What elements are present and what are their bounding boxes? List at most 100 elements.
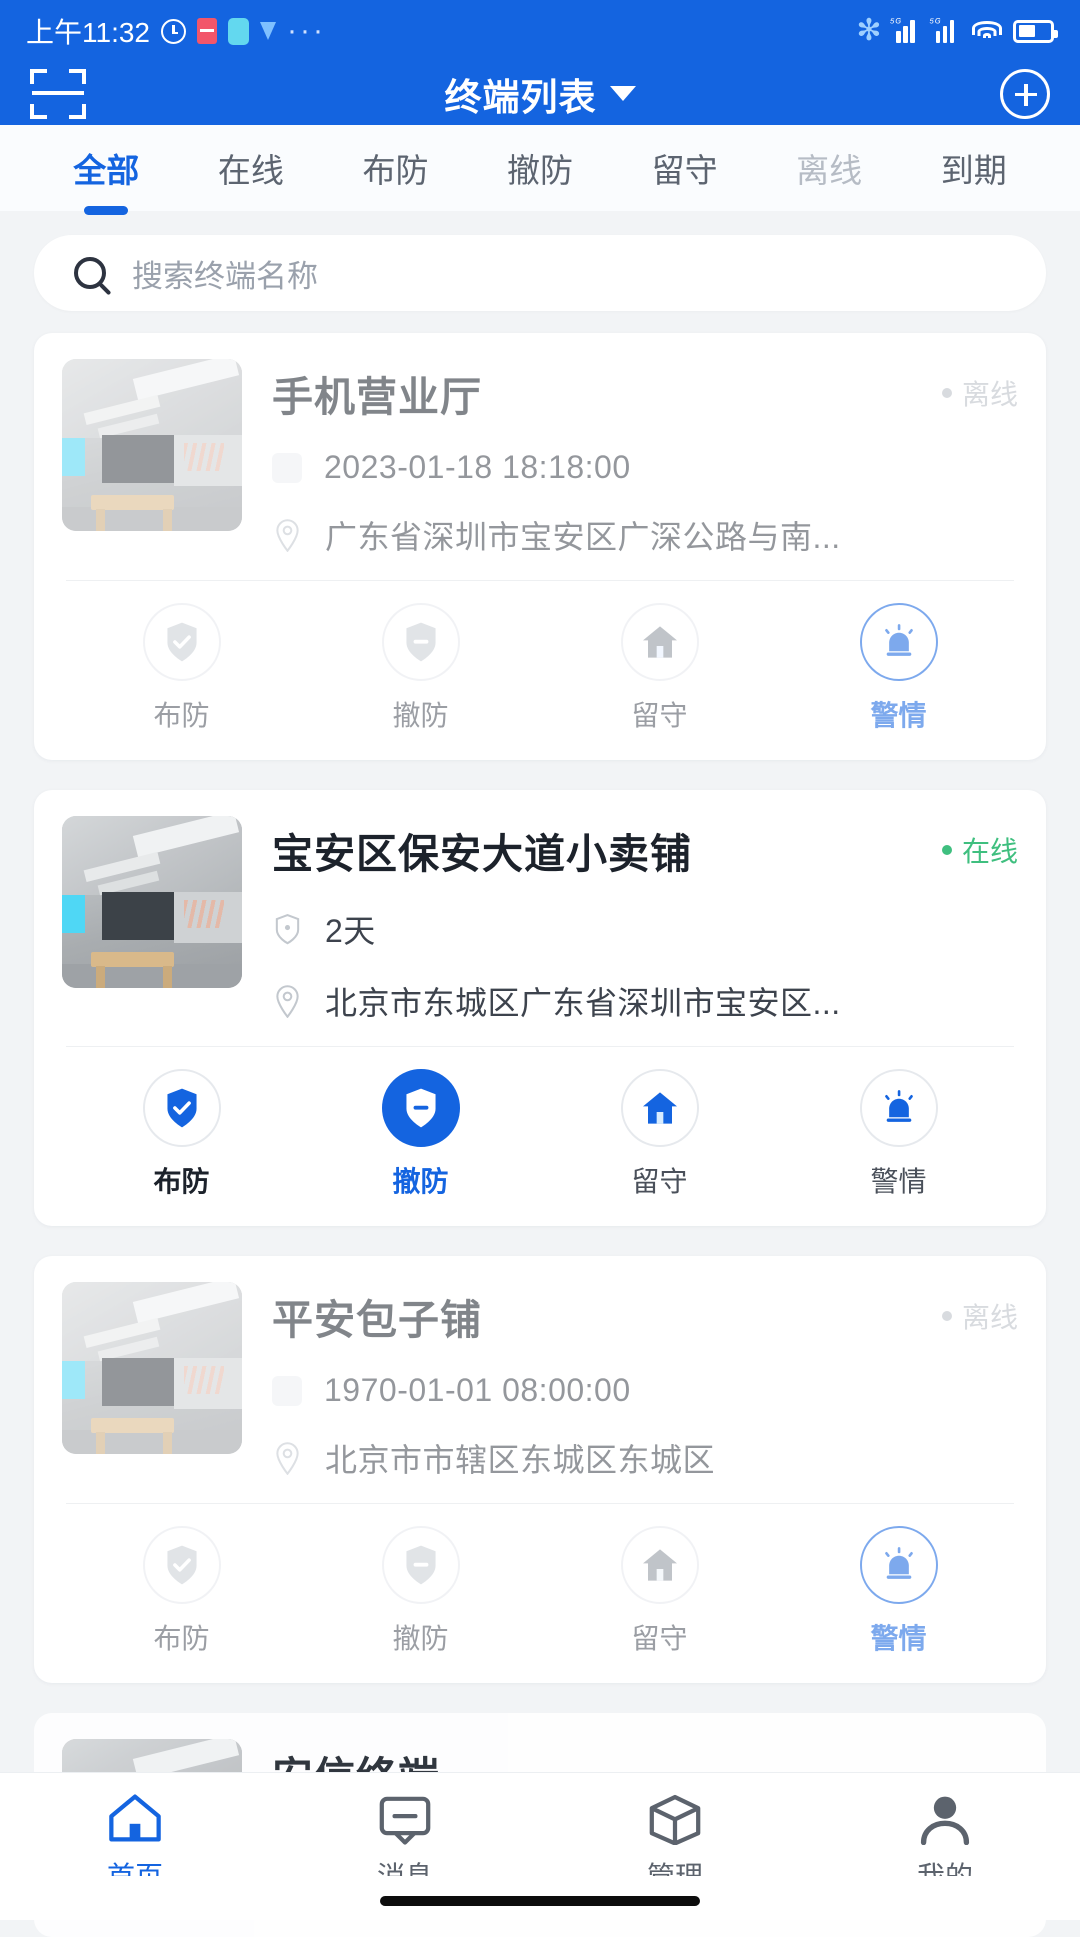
tab-expired[interactable]: 到期 [901,144,1046,192]
terminal-name: 宝安区保安大道小卖铺 [272,831,692,877]
tab-label: 留守 [651,152,718,189]
action-label: 布防 [153,700,210,731]
terminal-time: 2天 [325,913,376,949]
action-disarm[interactable]: 撤防 [301,1526,540,1657]
alarm-siren-icon [859,1526,938,1604]
tab-disarm[interactable]: 撤防 [468,144,613,192]
box-icon [646,1791,704,1846]
action-alarm[interactable]: 警情 [779,1526,1018,1657]
action-label: 布防 [153,1623,210,1654]
search-section: 搜索终端名称 [0,211,1080,311]
action-arm[interactable]: 布防 [62,1526,301,1657]
shield-check-icon [142,1526,221,1604]
status-text: 离线 [961,1302,1018,1333]
terminal-thumbnail[interactable] [62,1282,242,1454]
terminal-address-row: 广东省深圳市宝安区广深公路与南... [272,512,1018,558]
action-stay[interactable]: 留守 [540,603,779,734]
tab-label: 到期 [940,152,1007,189]
status-dot [941,845,952,855]
cyan-app-icon [228,17,249,45]
status-badge: 离线 [941,1296,1018,1336]
scan-icon[interactable] [30,68,86,119]
action-alarm[interactable]: 警情 [779,603,1018,734]
page-title-group: 终端列表 [0,67,1080,121]
tab-indicator [84,206,129,215]
house-icon [620,1069,699,1147]
status-bar-right: ✻ ⁵ᴳ ⁵ᴳ [856,16,1058,46]
status-bar: 上午11:32 ··· ✻ ⁵ᴳ ⁵ᴳ [0,0,1080,62]
shield-minus-icon [381,1069,460,1147]
terminal-card[interactable]: 手机营业厅 离线 2023-01-18 18:18:00 广东省深圳市宝安区广深… [34,333,1046,760]
action-disarm[interactable]: 撤防 [301,603,540,734]
calendar-icon [272,452,302,483]
terminal-address-row: 北京市市辖区东城区东城区 [272,1435,1018,1481]
tab-all[interactable]: 全部 [34,144,179,215]
red-app-icon [197,18,217,44]
tab-label: 撤防 [507,152,574,189]
house-icon [620,1526,699,1604]
terminal-time-row: 2023-01-18 18:18:00 [272,449,1018,486]
filter-tabs: 全部 在线 布防 撤防 留守 离线 到期 [0,125,1080,215]
wifi-icon [972,20,1002,43]
terminal-address: 北京市东城区广东省深圳市宝安区... [325,985,841,1021]
page-title: 终端列表 [444,76,597,118]
terminal-thumbnail[interactable] [62,359,242,531]
tab-offline[interactable]: 离线 [757,144,902,192]
terminal-name: 平安包子铺 [272,1297,482,1343]
house-icon [620,603,699,681]
home-icon [106,1791,164,1845]
action-arm[interactable]: 布防 [62,1069,301,1200]
action-label: 警情 [870,1166,927,1197]
tab-label: 在线 [217,152,284,189]
action-alarm[interactable]: 警情 [779,1069,1018,1200]
action-label: 撤防 [392,1623,449,1654]
shield-check-icon [142,1069,221,1147]
status-dot [941,388,952,398]
person-icon [916,1791,974,1846]
action-label: 留守 [631,1623,688,1654]
tab-label: 全部 [73,152,140,189]
search-placeholder: 搜索终端名称 [132,258,318,294]
shield-icon [272,913,303,946]
message-icon [376,1791,434,1845]
tab-arm[interactable]: 布防 [323,144,468,192]
add-button[interactable] [1000,68,1050,119]
action-disarm[interactable]: 撤防 [301,1069,540,1200]
search-icon [74,257,106,289]
action-stay[interactable]: 留守 [540,1069,779,1200]
action-stay[interactable]: 留守 [540,1526,779,1657]
action-label: 留守 [631,1166,688,1197]
drop-icon [260,22,276,40]
chevron-down-icon[interactable] [609,86,636,101]
status-text: 在线 [961,836,1018,867]
status-dot [941,1311,952,1321]
card-actions: 布防 撤防 留守 警情 [62,1047,1018,1216]
more-dots-icon: ··· [287,14,326,47]
signal-2-icon: ⁵ᴳ [930,17,962,43]
status-bar-left: 上午11:32 ··· [26,11,326,51]
terminal-card[interactable]: 平安包子铺 离线 1970-01-01 08:00:00 北京市市辖区东城区东城… [34,1256,1046,1683]
status-time: 上午11:32 [26,17,150,48]
search-input[interactable]: 搜索终端名称 [34,235,1046,311]
status-text: 离线 [961,379,1018,410]
card-actions: 布防 撤防 留守 警情 [62,1504,1018,1673]
location-pin-icon [272,984,303,1018]
status-badge: 在线 [941,830,1018,870]
terminal-time: 1970-01-01 08:00:00 [324,1372,631,1408]
shield-minus-icon [381,603,460,681]
terminal-thumbnail[interactable] [62,816,242,988]
alarm-siren-icon [859,603,938,681]
battery-icon [1013,19,1058,43]
location-pin-icon [272,518,303,552]
action-label: 警情 [870,700,927,731]
tab-label: 布防 [362,152,429,189]
terminal-card[interactable]: 宝安区保安大道小卖铺 在线 2天 北京市东城区广东省深圳市宝安区... 布防 撤… [34,790,1046,1226]
action-arm[interactable]: 布防 [62,603,301,734]
tab-stay[interactable]: 留守 [612,144,757,192]
tab-online[interactable]: 在线 [179,144,324,192]
location-pin-icon [272,1441,303,1475]
terminal-time-row: 2天 [272,906,1018,952]
action-label: 撤防 [392,700,449,731]
action-label: 警情 [870,1623,927,1654]
action-label: 留守 [631,700,688,731]
